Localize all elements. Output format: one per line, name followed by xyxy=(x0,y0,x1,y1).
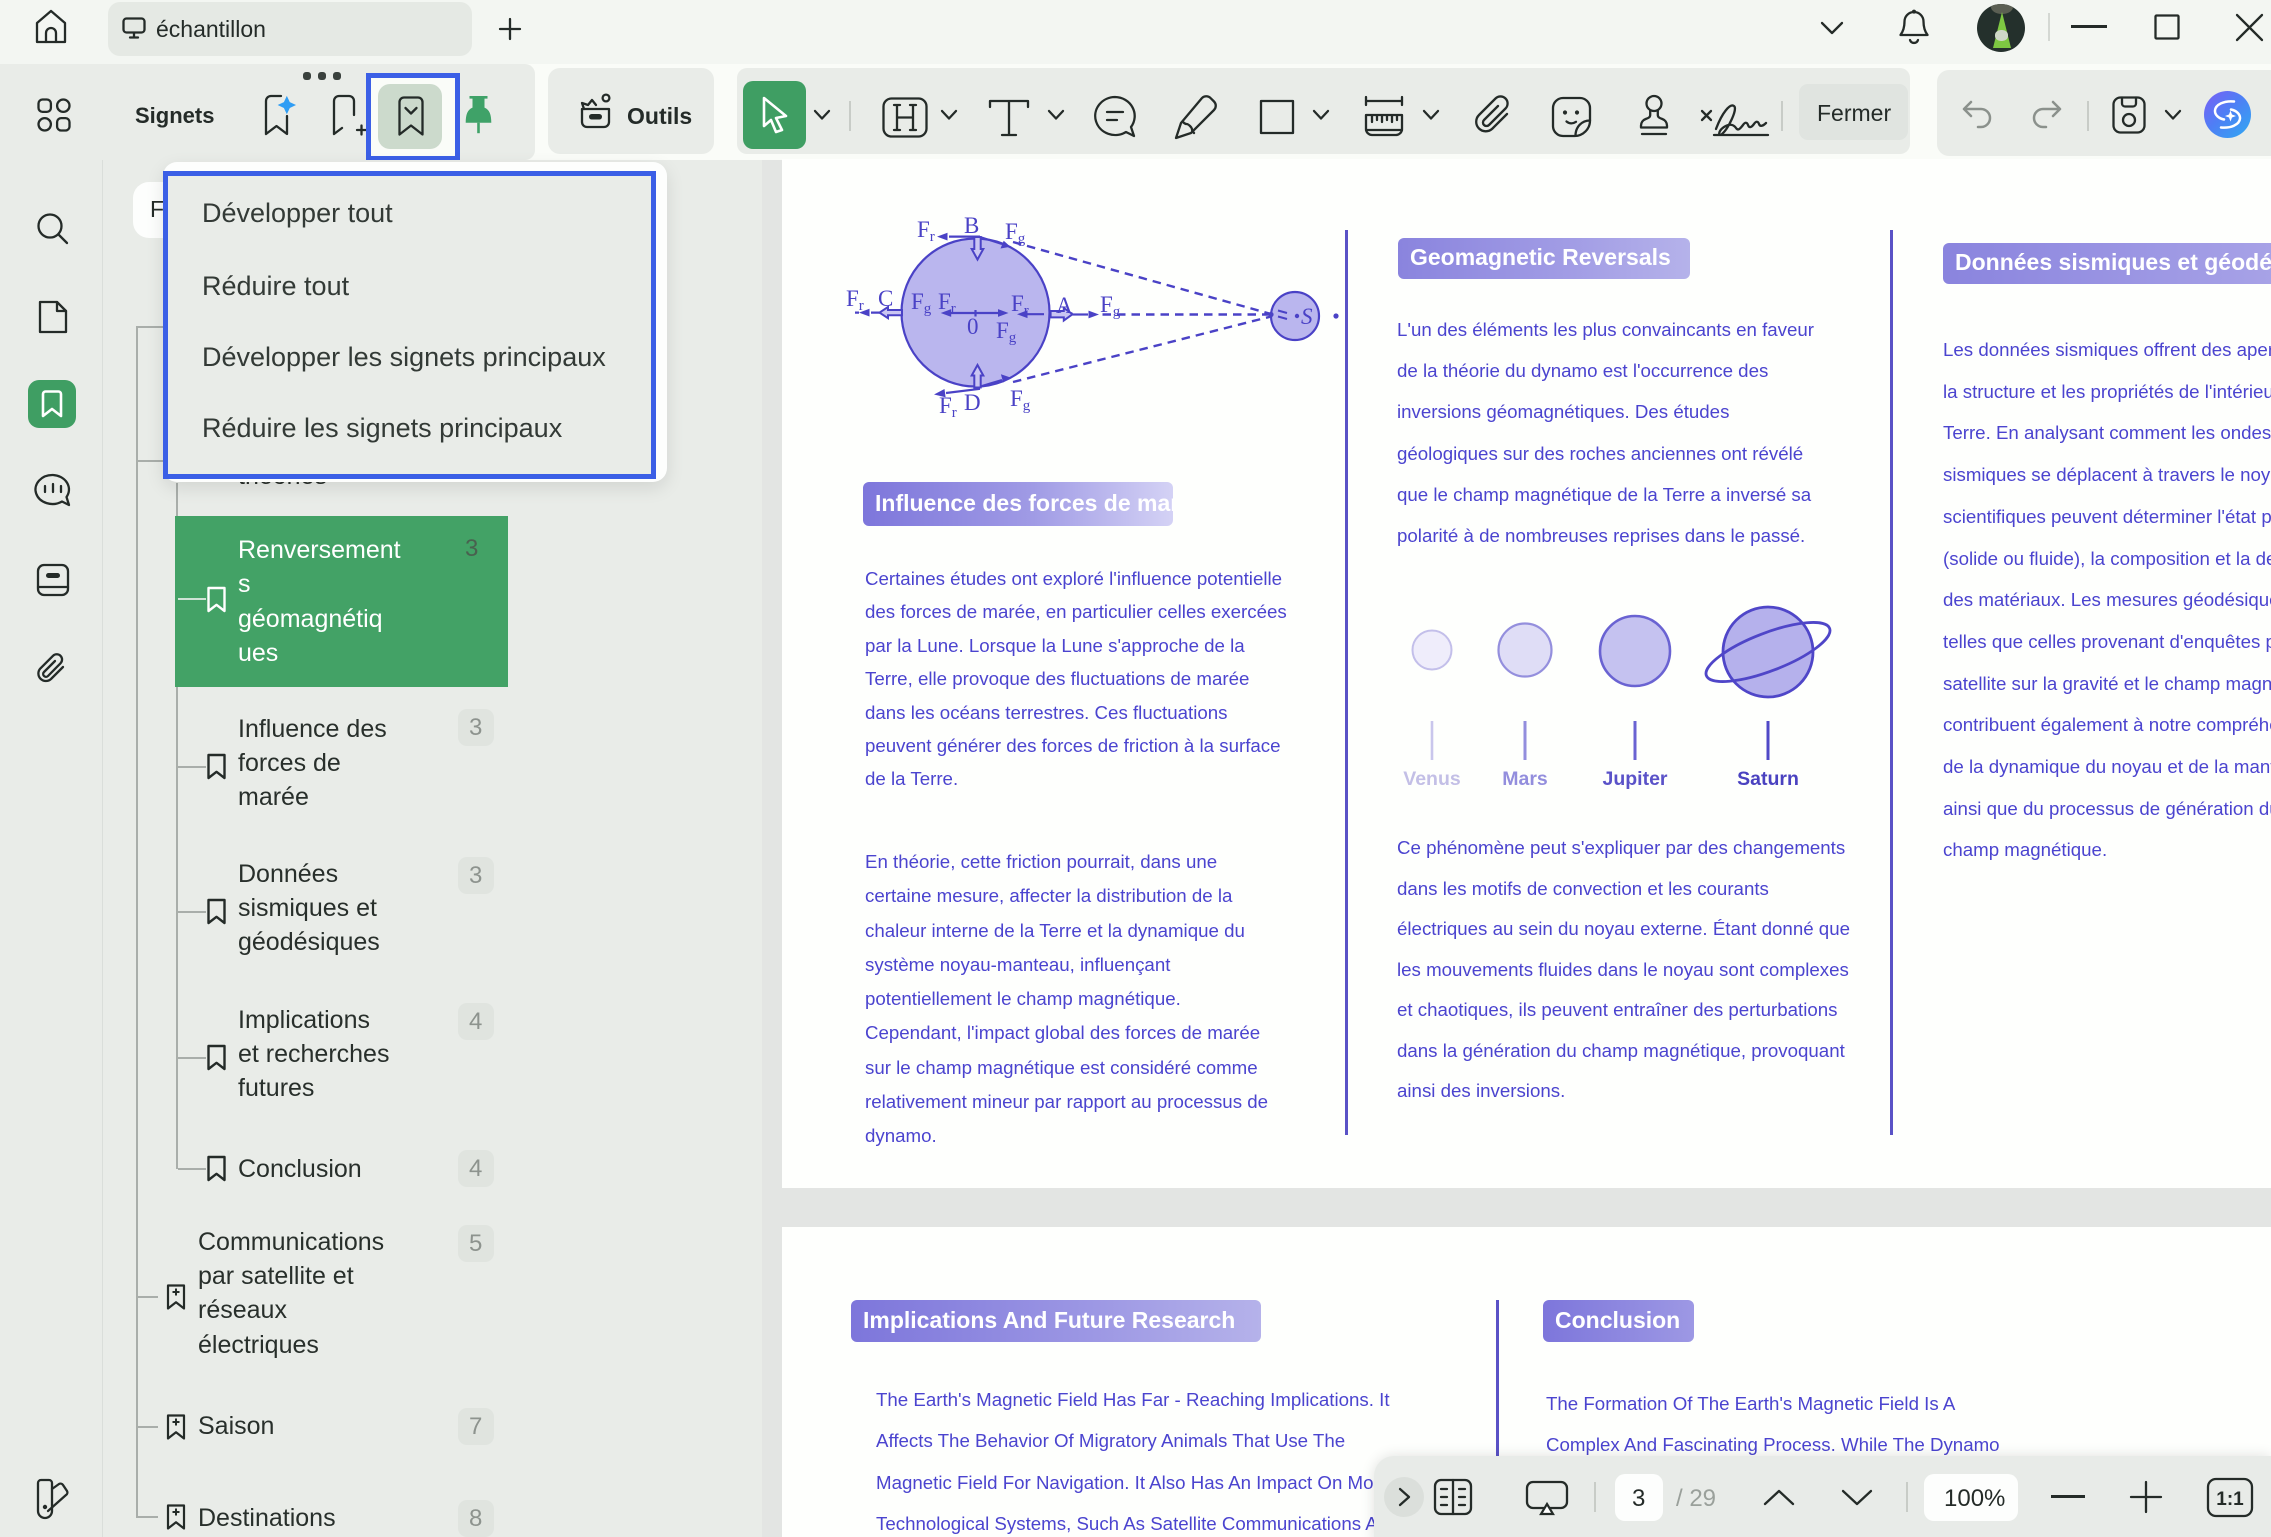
svg-text:C: C xyxy=(878,286,893,311)
svg-text:D: D xyxy=(964,390,981,415)
svg-text:Mars: Mars xyxy=(1502,768,1548,790)
svg-text:Venus: Venus xyxy=(1403,768,1461,790)
svg-text:B: B xyxy=(964,213,979,238)
svg-text:Jupiter: Jupiter xyxy=(1602,768,1667,790)
svg-text:Fr: Fr xyxy=(939,393,957,421)
svg-text:Fr: Fr xyxy=(917,217,935,245)
svg-text:Fg: Fg xyxy=(1005,219,1026,247)
svg-text:Fg: Fg xyxy=(1010,386,1031,414)
svg-text:Saturn: Saturn xyxy=(1737,768,1799,790)
svg-text:1:1: 1:1 xyxy=(2216,1489,2244,1510)
svg-text:Fr: Fr xyxy=(846,286,864,314)
svg-text:S: S xyxy=(1301,304,1313,329)
svg-text:0: 0 xyxy=(967,314,979,339)
svg-text:Fg: Fg xyxy=(1100,292,1121,320)
svg-text:A: A xyxy=(1056,293,1073,318)
